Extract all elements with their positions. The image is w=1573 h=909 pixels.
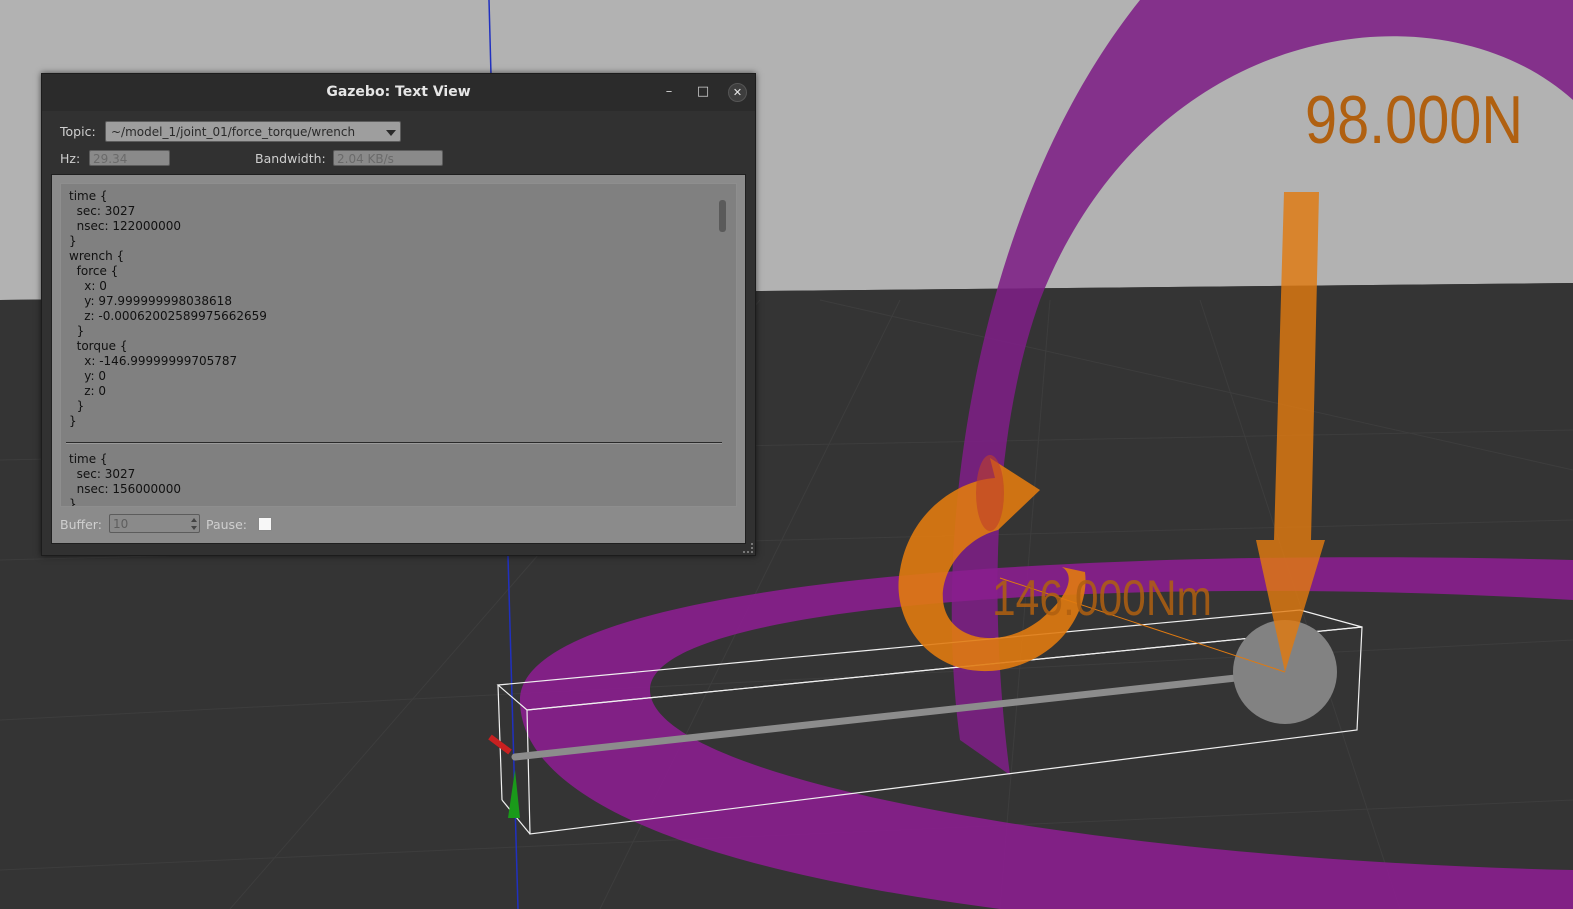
buffer-spinbox[interactable]: 10 — [109, 514, 200, 533]
chevron-down-icon — [386, 130, 396, 136]
resize-grip-icon[interactable] — [743, 543, 753, 553]
message-entry: time { sec: 3027 nsec: 156000000 } — [69, 452, 182, 507]
scrollbar-thumb[interactable] — [719, 200, 726, 232]
window-title: Gazebo: Text View — [326, 84, 471, 100]
message-list[interactable]: time { sec: 3027 nsec: 122000000 } wrenc… — [60, 183, 737, 507]
topic-select[interactable]: ~/model_1/joint_01/force_torque/wrench — [105, 121, 401, 142]
torque-value-label: 146.000Nm — [992, 570, 1212, 626]
pause-label: Pause: — [206, 517, 247, 532]
force-value-label: 98.000N — [1305, 82, 1523, 158]
pause-checkbox[interactable] — [258, 517, 272, 531]
topic-select-value: ~/model_1/joint_01/force_torque/wrench — [111, 125, 356, 139]
minimize-button[interactable]: – — [660, 83, 678, 101]
torque-arc-inner — [976, 455, 1004, 531]
close-button[interactable]: ✕ — [728, 83, 747, 102]
maximize-button[interactable]: □ — [694, 83, 712, 101]
text-view-window[interactable]: Gazebo: Text View – □ ✕ Topic: ~/model_1… — [41, 73, 756, 556]
bandwidth-field: 2.04 KB/s — [333, 150, 443, 166]
spin-up-icon[interactable] — [191, 518, 197, 522]
hz-label: Hz: — [60, 151, 81, 166]
buffer-label: Buffer: — [60, 517, 102, 532]
buffer-value: 10 — [113, 517, 129, 531]
window-titlebar[interactable]: Gazebo: Text View – □ ✕ — [42, 74, 755, 111]
bandwidth-label: Bandwidth: — [255, 151, 326, 166]
spin-down-icon[interactable] — [191, 526, 197, 530]
message-entry: time { sec: 3027 nsec: 122000000 } wrenc… — [69, 189, 267, 428]
topic-label: Topic: — [60, 124, 96, 139]
hz-field: 29.34 — [89, 150, 170, 166]
message-separator — [66, 442, 722, 444]
message-text-area[interactable]: time { sec: 3027 nsec: 122000000 } wrenc… — [51, 174, 746, 544]
